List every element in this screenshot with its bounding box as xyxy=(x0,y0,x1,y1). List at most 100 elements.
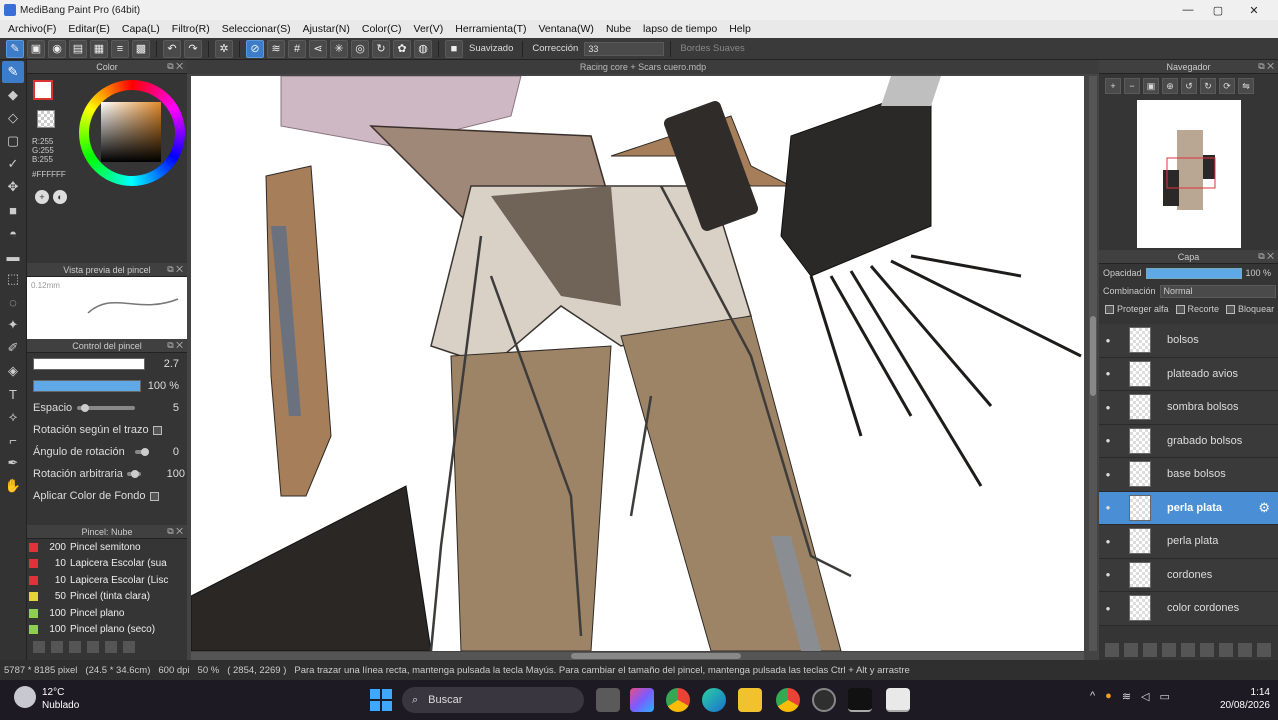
edit-brush-icon[interactable] xyxy=(87,641,99,653)
close-icon[interactable]: ⧉ ✕ xyxy=(167,526,183,537)
clock[interactable]: 1:14 20/08/2026 xyxy=(1220,686,1270,712)
snap-grid-icon[interactable]: # xyxy=(288,39,306,58)
eraser-tool-icon[interactable]: ◆ xyxy=(2,84,24,106)
lasso-tool-icon[interactable]: ◌ xyxy=(2,291,24,313)
background-color-swatch[interactable] xyxy=(37,110,55,128)
chevron-up-icon[interactable]: ^ xyxy=(1090,690,1095,703)
save-icon[interactable]: ▣ xyxy=(27,39,45,58)
rectangle-tool-icon[interactable]: ▢ xyxy=(2,130,24,152)
menu-tool[interactable]: Herramienta(T) xyxy=(449,23,532,35)
text-tool-icon[interactable]: T xyxy=(2,383,24,405)
flip-icon[interactable]: ⇋ xyxy=(1238,78,1254,94)
copilot-icon[interactable] xyxy=(630,688,654,712)
rotation-stroke-checkbox[interactable] xyxy=(152,425,162,435)
wifi-icon[interactable]: ≋ xyxy=(1122,690,1131,703)
close-icon[interactable]: ⧉ ✕ xyxy=(1258,251,1274,262)
brush-opacity-slider[interactable] xyxy=(33,380,141,392)
smooth-checkbox[interactable]: ■ xyxy=(445,39,463,58)
snap-parallel-icon[interactable]: ≋ xyxy=(267,39,285,58)
canvas-horizontal-scrollbar[interactable] xyxy=(191,652,1084,660)
weather-widget[interactable]: 12°C Nublado xyxy=(14,686,79,712)
snap-off-icon[interactable]: ⊘ xyxy=(246,39,264,58)
menu-help[interactable]: Help xyxy=(723,23,757,35)
lock-checkbox[interactable] xyxy=(1226,304,1236,314)
app-icon-2[interactable] xyxy=(886,688,910,712)
layer-row[interactable]: ● grabado bolsos xyxy=(1099,424,1278,458)
layer-row[interactable]: ● base bolsos xyxy=(1099,458,1278,492)
select-pen-icon[interactable]: ✐ xyxy=(2,337,24,359)
foreground-color-swatch[interactable] xyxy=(33,80,53,100)
menu-select[interactable]: Seleccionar(S) xyxy=(216,23,297,35)
fit-icon[interactable]: ▣ xyxy=(1143,78,1159,94)
new-layer-1bit-icon[interactable] xyxy=(1143,643,1157,657)
copy-layer-icon[interactable] xyxy=(1238,643,1252,657)
zoom-in-icon[interactable]: + xyxy=(1105,78,1121,94)
spacing-value[interactable]: 5 xyxy=(173,402,179,414)
visibility-icon[interactable]: ● xyxy=(1099,604,1117,613)
brush-item[interactable]: 10 Lapicera Escolar (sua xyxy=(27,556,187,573)
layer-row[interactable]: ● plateado avios xyxy=(1099,357,1278,391)
file-explorer-icon[interactable] xyxy=(738,688,762,712)
layer-row[interactable]: ● sombra bolsos xyxy=(1099,391,1278,425)
brush-size-value[interactable]: 2.7 xyxy=(164,358,179,370)
soft-edges-label[interactable]: Bordes Suaves xyxy=(677,43,747,54)
visibility-icon[interactable]: ● xyxy=(1099,570,1117,579)
close-icon[interactable]: ⧉ ✕ xyxy=(167,264,183,275)
menu-window[interactable]: Ventana(W) xyxy=(532,23,599,35)
volume-icon[interactable]: ◁ xyxy=(1141,690,1149,703)
close-icon[interactable]: ⧉ ✕ xyxy=(167,61,183,72)
chrome-profile-icon[interactable] xyxy=(776,688,800,712)
menu-color[interactable]: Color(C) xyxy=(356,23,408,35)
chrome-icon[interactable] xyxy=(666,688,690,712)
layer-row-selected[interactable]: ● perla plata ⚙ xyxy=(1099,491,1278,525)
delete-layer-icon[interactable] xyxy=(1257,643,1271,657)
magic-wand-icon[interactable]: ✦ xyxy=(2,314,24,336)
panel-icon[interactable]: ▦ xyxy=(90,39,108,58)
task-view-icon[interactable] xyxy=(596,688,620,712)
duplicate-brush-icon[interactable] xyxy=(69,641,81,653)
spacing-slider[interactable] xyxy=(77,404,135,412)
move-tool-icon[interactable]: ✥ xyxy=(2,176,24,198)
copy-brush-icon[interactable] xyxy=(105,641,117,653)
correction-select[interactable]: 33 xyxy=(584,41,665,56)
medibang-icon[interactable] xyxy=(848,688,872,712)
navigator-thumbnail[interactable] xyxy=(1137,100,1241,248)
edge-icon[interactable] xyxy=(702,688,726,712)
menu-layer[interactable]: Capa(L) xyxy=(116,23,166,35)
antialias-icon[interactable]: ✲ xyxy=(215,39,233,58)
brush-opacity-value[interactable]: 100 % xyxy=(148,380,179,392)
brush-item[interactable]: 50 Pincel (tinta clara) xyxy=(27,589,187,606)
new-layer-8bit-icon[interactable] xyxy=(1124,643,1138,657)
rotation-angle-slider[interactable] xyxy=(135,448,149,456)
visibility-icon[interactable]: ● xyxy=(1099,369,1117,378)
menu-edit[interactable]: Editar(E) xyxy=(62,23,115,35)
visibility-icon[interactable]: ● xyxy=(1099,537,1117,546)
visibility-icon[interactable]: ● xyxy=(1099,336,1117,345)
hand-tool-icon[interactable]: ✋ xyxy=(2,475,24,497)
brush-mode-icon[interactable]: ✎ xyxy=(6,39,24,58)
snap-settings-icon[interactable]: ✿ xyxy=(393,39,411,58)
document-tab[interactable]: Racing core + Scars cuero.mdp xyxy=(187,60,1099,74)
folder-icon[interactable] xyxy=(1200,643,1214,657)
snap-circle-icon[interactable]: ◎ xyxy=(351,39,369,58)
layer-row[interactable]: ● color cordones xyxy=(1099,592,1278,626)
duplicate-layer-icon[interactable] xyxy=(1181,643,1195,657)
horizontal-scroll-thumb[interactable] xyxy=(571,653,741,659)
menu-filter[interactable]: Filtro(R) xyxy=(166,23,216,35)
new-layer-icon[interactable] xyxy=(1105,643,1119,657)
eyedropper-tool-icon[interactable]: ⌐ xyxy=(2,429,24,451)
dot-eraser-icon[interactable]: ◇ xyxy=(2,107,24,129)
rotate-left-icon[interactable]: ↺ xyxy=(1181,78,1197,94)
taskbar-search[interactable]: ⌕ Buscar xyxy=(402,687,584,713)
brush-item[interactable]: 100 Pincel plano xyxy=(27,605,187,622)
grid-icon[interactable]: ▩ xyxy=(132,39,150,58)
saturation-value-square[interactable] xyxy=(101,102,161,162)
visibility-icon[interactable]: ● xyxy=(1099,503,1117,512)
protect-alpha-checkbox[interactable] xyxy=(1105,304,1114,314)
rotation-angle-value[interactable]: 0 xyxy=(173,446,179,458)
start-button[interactable] xyxy=(370,689,392,711)
drawing-canvas[interactable] xyxy=(191,76,1084,651)
reset-rotation-icon[interactable]: ⟳ xyxy=(1219,78,1235,94)
random-rotation-value[interactable]: 100 xyxy=(167,468,185,480)
brush-item[interactable]: 100 Pincel plano (seco) xyxy=(27,622,187,639)
